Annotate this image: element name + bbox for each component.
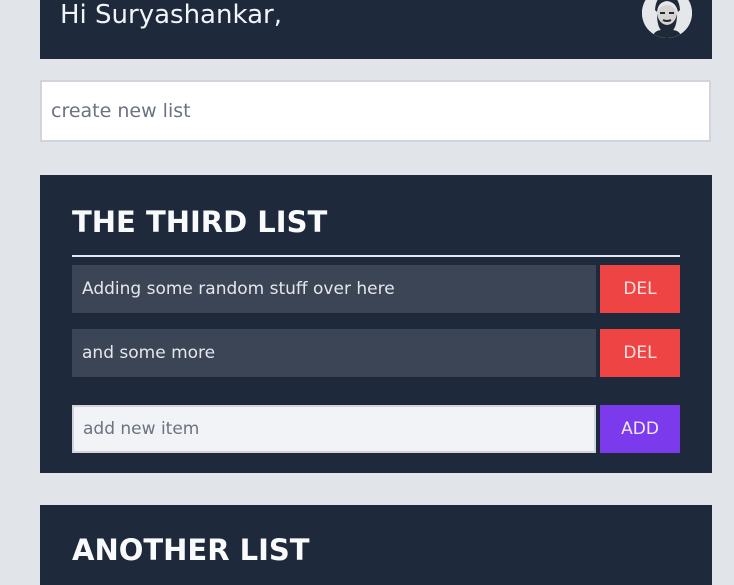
title-divider bbox=[72, 255, 680, 257]
add-item-button[interactable]: ADD bbox=[600, 405, 680, 453]
list-card: ANOTHER LIST bbox=[40, 505, 712, 585]
delete-item-button[interactable]: DEL bbox=[600, 329, 680, 377]
list-item: and some more DEL bbox=[72, 329, 680, 377]
delete-item-button[interactable]: DEL bbox=[600, 265, 680, 313]
list-title: THE THIRD LIST bbox=[72, 205, 328, 239]
create-list-input[interactable] bbox=[40, 80, 711, 142]
app-header: Hi Suryashankar, bbox=[40, 0, 712, 59]
list-item-text: and some more bbox=[72, 329, 596, 377]
add-item-row: ADD bbox=[72, 405, 680, 453]
user-avatar-icon bbox=[642, 0, 692, 38]
list-item-text: Adding some random stuff over here bbox=[72, 265, 596, 313]
greeting-text: Hi Suryashankar, bbox=[60, 0, 282, 30]
user-avatar[interactable] bbox=[642, 0, 692, 38]
add-item-input[interactable] bbox=[72, 405, 596, 453]
list-item: Adding some random stuff over here DEL bbox=[72, 265, 680, 313]
list-card: THE THIRD LIST Adding some random stuff … bbox=[40, 175, 712, 473]
